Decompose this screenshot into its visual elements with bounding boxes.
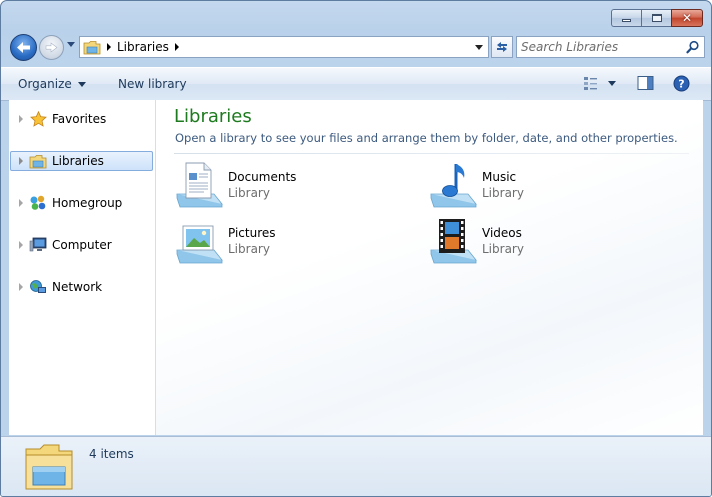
help-icon: ? [673, 75, 690, 92]
network-icon [29, 279, 47, 295]
tree-item-homegroup[interactable]: Homegroup [13, 193, 153, 213]
address-history-dropdown[interactable] [475, 45, 483, 50]
library-type: Library [228, 242, 270, 256]
tree-item-label: Network [52, 280, 103, 294]
help-button[interactable]: ? [673, 75, 690, 95]
library-type: Library [482, 186, 524, 200]
maximize-icon [651, 14, 662, 22]
forward-arrow-icon [45, 42, 58, 53]
forward-button[interactable] [39, 35, 64, 60]
expand-arrow-icon[interactable] [19, 157, 23, 165]
change-view-button[interactable] [583, 75, 619, 94]
videos-library-icon [430, 219, 477, 264]
pictures-library-icon [176, 225, 223, 264]
item-count: 4 items [89, 447, 134, 461]
back-button[interactable] [10, 34, 37, 61]
expand-arrow-icon[interactable] [19, 241, 23, 249]
documents-library-icon [176, 162, 223, 208]
tree-item-label: Libraries [52, 154, 104, 168]
expand-arrow-icon[interactable] [19, 199, 23, 207]
view-details-icon [584, 77, 616, 90]
content-pane: Libraries Open a library to see your fil… [156, 100, 703, 435]
library-name: Videos [482, 226, 522, 240]
minimize-icon [622, 19, 631, 22]
library-pictures[interactable]: Pictures Library [174, 216, 394, 264]
organize-label: Organize [18, 77, 72, 91]
explorer-window: ✕ Libraries Search Libraries Organize Ne… [0, 0, 712, 497]
library-videos[interactable]: Videos Library [428, 216, 648, 264]
library-name: Music [482, 170, 517, 184]
library-type: Library [228, 186, 270, 200]
search-input[interactable] [521, 39, 681, 55]
chevron-down-icon [77, 81, 86, 87]
tree-item-label: Favorites [52, 112, 107, 126]
page-title: Libraries [174, 106, 252, 127]
breadcrumb-separator-icon[interactable] [174, 43, 179, 51]
star-icon [29, 111, 47, 127]
content-background [156, 100, 703, 435]
tree-item-network[interactable]: Network [13, 277, 153, 297]
expand-arrow-icon[interactable] [19, 283, 23, 291]
address-bar[interactable]: Libraries [79, 36, 489, 58]
maximize-button[interactable] [641, 9, 671, 27]
homegroup-icon [29, 195, 47, 211]
libraries-folder-icon [25, 444, 73, 490]
library-name: Documents [228, 170, 297, 184]
refresh-button[interactable] [491, 36, 513, 58]
preview-pane-icon [637, 76, 654, 90]
tree-item-computer[interactable]: Computer [13, 235, 153, 255]
music-library-icon [430, 164, 477, 208]
expand-arrow-icon[interactable] [19, 115, 23, 123]
new-library-button[interactable]: New library [118, 77, 187, 91]
refresh-icon [497, 42, 507, 52]
preview-pane-button[interactable] [637, 75, 654, 94]
search-icon[interactable] [686, 40, 700, 57]
close-icon: ✕ [681, 11, 693, 25]
minimize-button[interactable] [611, 9, 641, 27]
back-arrow-icon [17, 42, 30, 53]
tree-item-label: Computer [52, 238, 112, 252]
window-controls: ✕ [611, 9, 703, 27]
computer-icon [29, 237, 47, 253]
details-pane: 4 items [1, 436, 711, 496]
libraries-folder-icon [83, 40, 101, 54]
recent-pages-dropdown[interactable] [67, 42, 75, 47]
library-music[interactable]: Music Library [428, 160, 648, 208]
tree-item-label: Homegroup [52, 196, 123, 210]
tree-item-favorites[interactable]: Favorites [13, 109, 153, 129]
tree-item-libraries[interactable]: Libraries [10, 151, 153, 171]
page-subtitle: Open a library to see your files and arr… [175, 131, 678, 145]
header-divider [174, 153, 689, 154]
organize-button[interactable]: Organize [18, 77, 86, 91]
breadcrumb-separator-icon[interactable] [107, 43, 111, 51]
libraries-icon [29, 153, 47, 169]
library-name: Pictures [228, 226, 276, 240]
library-documents[interactable]: Documents Library [174, 160, 394, 208]
breadcrumb-libraries[interactable]: Libraries [117, 40, 169, 54]
navigation-pane: Favorites Libraries Homegroup Computer N… [9, 100, 156, 435]
navigation-bar: Libraries [9, 33, 705, 61]
close-button[interactable]: ✕ [671, 9, 703, 27]
svg-text:?: ? [678, 78, 684, 91]
command-bar: Organize New library ? [1, 67, 711, 101]
search-box[interactable] [516, 36, 705, 58]
library-type: Library [482, 242, 524, 256]
